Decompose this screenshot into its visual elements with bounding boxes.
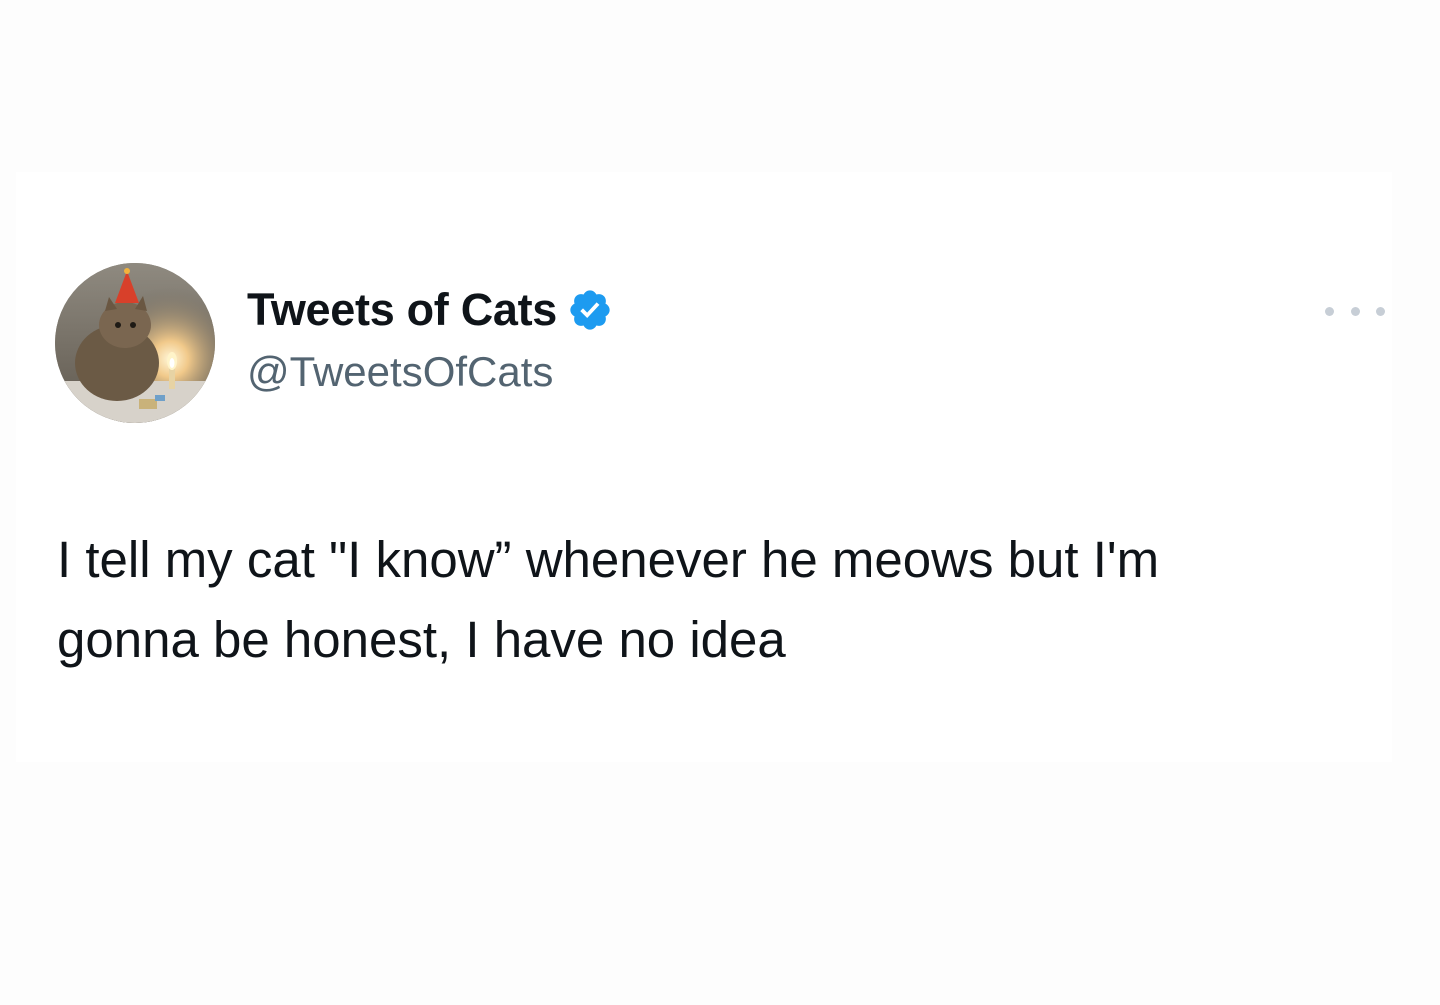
verified-badge-icon bbox=[570, 290, 610, 330]
dot bbox=[1376, 306, 1385, 316]
more-options-icon[interactable] bbox=[1325, 300, 1385, 322]
author-block: Tweets of Cats @TweetsOfCats bbox=[247, 280, 613, 396]
display-name[interactable]: Tweets of Cats bbox=[247, 284, 557, 336]
avatar[interactable] bbox=[55, 263, 215, 423]
name-row: Tweets of Cats bbox=[247, 280, 613, 340]
page: Tweets of Cats @TweetsOfCats I tell my c… bbox=[0, 0, 1440, 1005]
tweet-text: I tell my cat "I know” whenever he meows… bbox=[57, 531, 1160, 668]
dot bbox=[1350, 306, 1360, 316]
dot bbox=[1325, 306, 1334, 316]
handle[interactable]: @TweetsOfCats bbox=[247, 348, 613, 396]
avatar-image bbox=[55, 263, 215, 423]
